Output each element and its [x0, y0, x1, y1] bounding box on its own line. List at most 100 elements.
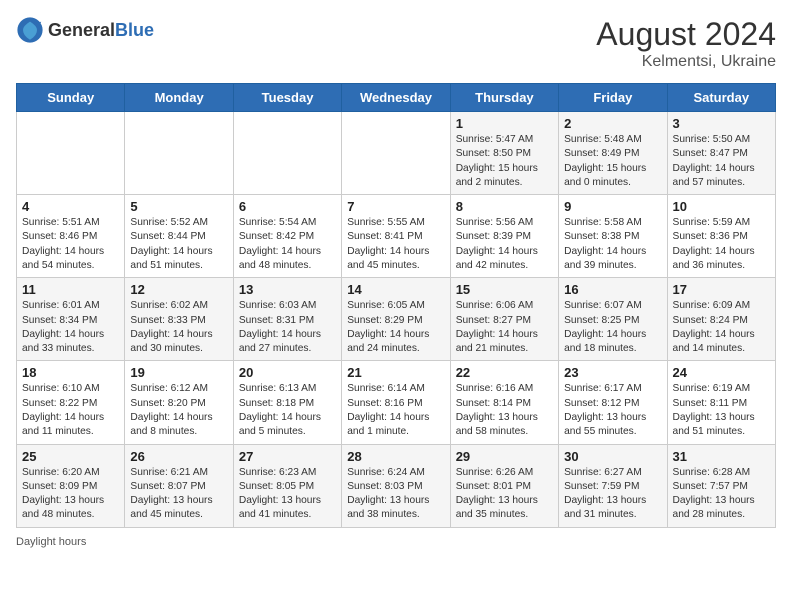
- day-number: 6: [239, 199, 336, 214]
- calendar-cell: 10 Sunrise: 5:59 AM Sunset: 8:36 PM Dayli…: [667, 195, 775, 278]
- calendar-cell: 16 Sunrise: 6:07 AM Sunset: 8:25 PM Dayli…: [559, 278, 667, 361]
- day-info: Sunrise: 6:03 AM Sunset: 8:31 PM Dayligh…: [239, 299, 336, 356]
- day-number: 11: [22, 282, 119, 297]
- calendar-cell: [233, 112, 341, 195]
- calendar-cell: 25 Sunrise: 6:20 AM Sunset: 8:09 PM Dayli…: [17, 444, 125, 527]
- calendar-cell: 17 Sunrise: 6:09 AM Sunset: 8:24 PM Dayli…: [667, 278, 775, 361]
- day-info: Sunrise: 5:47 AM Sunset: 8:50 PM Dayligh…: [456, 133, 553, 190]
- day-number: 1: [456, 116, 553, 131]
- calendar-cell: 29 Sunrise: 6:26 AM Sunset: 8:01 PM Dayli…: [450, 444, 558, 527]
- day-info: Sunrise: 6:01 AM Sunset: 8:34 PM Dayligh…: [22, 299, 119, 356]
- day-info: Sunrise: 5:51 AM Sunset: 8:46 PM Dayligh…: [22, 216, 119, 273]
- calendar-cell: 27 Sunrise: 6:23 AM Sunset: 8:05 PM Dayli…: [233, 444, 341, 527]
- calendar-cell: 26 Sunrise: 6:21 AM Sunset: 8:07 PM Dayli…: [125, 444, 233, 527]
- day-number: 30: [564, 449, 661, 464]
- day-number: 28: [347, 449, 444, 464]
- day-number: 8: [456, 199, 553, 214]
- day-info: Sunrise: 6:16 AM Sunset: 8:14 PM Dayligh…: [456, 382, 553, 439]
- logo-general: General: [48, 20, 115, 40]
- day-number: 12: [130, 282, 227, 297]
- calendar-week-row: 4 Sunrise: 5:51 AM Sunset: 8:46 PM Daylig…: [17, 195, 776, 278]
- calendar-cell: [125, 112, 233, 195]
- calendar-weekday-saturday: Saturday: [667, 84, 775, 112]
- calendar-cell: 18Sunrise: 6:10 AM Sunset: 8:22 PM Dayli…: [17, 361, 125, 444]
- day-number: 15: [456, 282, 553, 297]
- calendar-cell: [17, 112, 125, 195]
- calendar-cell: 23 Sunrise: 6:17 AM Sunset: 8:12 PM Dayli…: [559, 361, 667, 444]
- day-number: 2: [564, 116, 661, 131]
- day-number: 13: [239, 282, 336, 297]
- logo-text: GeneralBlue: [48, 20, 154, 41]
- footer: Daylight hours: [16, 536, 776, 548]
- calendar-week-row: 11 Sunrise: 6:01 AM Sunset: 8:34 PM Dayli…: [17, 278, 776, 361]
- day-number: 7: [347, 199, 444, 214]
- day-number: 22: [456, 365, 553, 380]
- month-year: August 2024: [596, 16, 776, 53]
- day-number: 25: [22, 449, 119, 464]
- day-info: Sunrise: 5:52 AM Sunset: 8:44 PM Dayligh…: [130, 216, 227, 273]
- calendar-cell: 6Sunrise: 5:54 AM Sunset: 8:42 PM Daylig…: [233, 195, 341, 278]
- calendar-weekday-monday: Monday: [125, 84, 233, 112]
- day-info: Sunrise: 6:23 AM Sunset: 8:05 PM Dayligh…: [239, 466, 336, 523]
- calendar-cell: 8 Sunrise: 5:56 AM Sunset: 8:39 PM Daylig…: [450, 195, 558, 278]
- day-info: Sunrise: 6:28 AM Sunset: 7:57 PM Dayligh…: [673, 466, 770, 523]
- day-info: Sunrise: 6:14 AM Sunset: 8:16 PM Dayligh…: [347, 382, 444, 439]
- day-info: Sunrise: 5:59 AM Sunset: 8:36 PM Dayligh…: [673, 216, 770, 273]
- day-number: 10: [673, 199, 770, 214]
- logo-blue: Blue: [115, 20, 154, 40]
- calendar-cell: 9Sunrise: 5:58 AM Sunset: 8:38 PM Daylig…: [559, 195, 667, 278]
- day-number: 3: [673, 116, 770, 131]
- day-number: 27: [239, 449, 336, 464]
- day-number: 24: [673, 365, 770, 380]
- calendar-cell: 3 Sunrise: 5:50 AM Sunset: 8:47 PM Daylig…: [667, 112, 775, 195]
- calendar-cell: 20 Sunrise: 6:13 AM Sunset: 8:18 PM Dayli…: [233, 361, 341, 444]
- calendar-cell: 11 Sunrise: 6:01 AM Sunset: 8:34 PM Dayli…: [17, 278, 125, 361]
- calendar-cell: 7 Sunrise: 5:55 AM Sunset: 8:41 PM Daylig…: [342, 195, 450, 278]
- day-info: Sunrise: 6:13 AM Sunset: 8:18 PM Dayligh…: [239, 382, 336, 439]
- calendar-cell: 13 Sunrise: 6:03 AM Sunset: 8:31 PM Dayli…: [233, 278, 341, 361]
- calendar-cell: 21 Sunrise: 6:14 AM Sunset: 8:16 PM Dayli…: [342, 361, 450, 444]
- day-info: Sunrise: 6:06 AM Sunset: 8:27 PM Dayligh…: [456, 299, 553, 356]
- calendar-table: SundayMondayTuesdayWednesdayThursdayFrid…: [16, 83, 776, 528]
- day-number: 4: [22, 199, 119, 214]
- day-info: Sunrise: 6:20 AM Sunset: 8:09 PM Dayligh…: [22, 466, 119, 523]
- day-info: Sunrise: 6:21 AM Sunset: 8:07 PM Dayligh…: [130, 466, 227, 523]
- day-info: Sunrise: 6:24 AM Sunset: 8:03 PM Dayligh…: [347, 466, 444, 523]
- day-number: 26: [130, 449, 227, 464]
- calendar-week-row: 1 Sunrise: 5:47 AM Sunset: 8:50 PM Daylig…: [17, 112, 776, 195]
- calendar-cell: 22 Sunrise: 6:16 AM Sunset: 8:14 PM Dayli…: [450, 361, 558, 444]
- day-info: Sunrise: 6:17 AM Sunset: 8:12 PM Dayligh…: [564, 382, 661, 439]
- day-number: 21: [347, 365, 444, 380]
- calendar-cell: 4 Sunrise: 5:51 AM Sunset: 8:46 PM Daylig…: [17, 195, 125, 278]
- day-info: Sunrise: 5:48 AM Sunset: 8:49 PM Dayligh…: [564, 133, 661, 190]
- day-number: 19: [130, 365, 227, 380]
- day-info: Sunrise: 6:19 AM Sunset: 8:11 PM Dayligh…: [673, 382, 770, 439]
- calendar-cell: 14Sunrise: 6:05 AM Sunset: 8:29 PM Dayli…: [342, 278, 450, 361]
- day-number: 29: [456, 449, 553, 464]
- day-number: 5: [130, 199, 227, 214]
- day-info: Sunrise: 6:09 AM Sunset: 8:24 PM Dayligh…: [673, 299, 770, 356]
- calendar-weekday-wednesday: Wednesday: [342, 84, 450, 112]
- day-info: Sunrise: 5:55 AM Sunset: 8:41 PM Dayligh…: [347, 216, 444, 273]
- calendar-cell: 15 Sunrise: 6:06 AM Sunset: 8:27 PM Dayli…: [450, 278, 558, 361]
- day-info: Sunrise: 6:07 AM Sunset: 8:25 PM Dayligh…: [564, 299, 661, 356]
- calendar-cell: 30Sunrise: 6:27 AM Sunset: 7:59 PM Dayli…: [559, 444, 667, 527]
- calendar-weekday-thursday: Thursday: [450, 84, 558, 112]
- calendar-cell: 24 Sunrise: 6:19 AM Sunset: 8:11 PM Dayli…: [667, 361, 775, 444]
- day-info: Sunrise: 6:10 AM Sunset: 8:22 PM Dayligh…: [22, 382, 119, 439]
- calendar-cell: 5 Sunrise: 5:52 AM Sunset: 8:44 PM Daylig…: [125, 195, 233, 278]
- day-number: 20: [239, 365, 336, 380]
- title-block: August 2024 Kelmentsi, Ukraine: [596, 16, 776, 71]
- day-number: 16: [564, 282, 661, 297]
- calendar-weekday-tuesday: Tuesday: [233, 84, 341, 112]
- calendar-cell: [342, 112, 450, 195]
- day-info: Sunrise: 5:56 AM Sunset: 8:39 PM Dayligh…: [456, 216, 553, 273]
- day-info: Sunrise: 6:12 AM Sunset: 8:20 PM Dayligh…: [130, 382, 227, 439]
- day-info: Sunrise: 5:50 AM Sunset: 8:47 PM Dayligh…: [673, 133, 770, 190]
- day-info: Sunrise: 5:58 AM Sunset: 8:38 PM Dayligh…: [564, 216, 661, 273]
- calendar-cell: 28 Sunrise: 6:24 AM Sunset: 8:03 PM Dayli…: [342, 444, 450, 527]
- page-header: GeneralBlue August 2024 Kelmentsi, Ukrai…: [16, 16, 776, 71]
- day-number: 17: [673, 282, 770, 297]
- day-info: Sunrise: 6:26 AM Sunset: 8:01 PM Dayligh…: [456, 466, 553, 523]
- day-number: 23: [564, 365, 661, 380]
